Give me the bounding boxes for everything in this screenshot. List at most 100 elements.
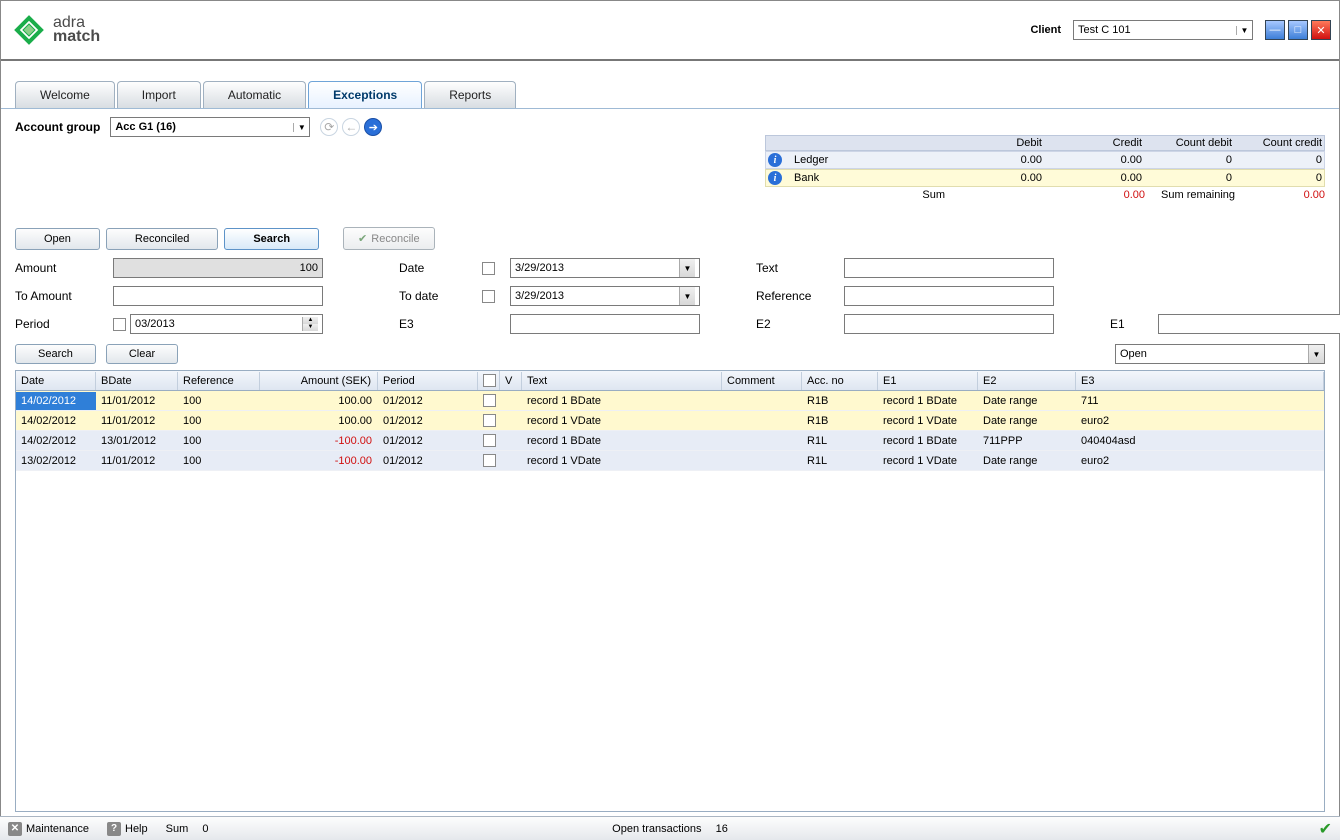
date-combo[interactable]: 3/29/2013 ▼ [510, 258, 700, 278]
table-row[interactable]: 13/02/201211/01/2012100-100.0001/2012rec… [16, 451, 1324, 471]
col-count-credit: Count credit [1232, 137, 1322, 149]
summary-bank-row: i Bank 0.00 0.00 0 0 [765, 169, 1325, 187]
reconcile-button[interactable]: ✔ Reconcile [343, 227, 435, 250]
col-period[interactable]: Period [378, 372, 478, 390]
summary-panel: Debit Credit Count debit Count credit i … [765, 135, 1325, 201]
wrench-icon: ✕ [8, 822, 22, 836]
col-comment[interactable]: Comment [722, 372, 802, 390]
filter-tab-open[interactable]: Open [15, 228, 100, 250]
to-amount-input[interactable] [113, 286, 323, 306]
minimize-button[interactable]: — [1265, 20, 1285, 40]
client-value: Test C 101 [1078, 24, 1131, 36]
col-text[interactable]: Text [522, 372, 722, 390]
row-checkbox[interactable] [483, 414, 496, 427]
col-amount[interactable]: Amount (SEK) [260, 372, 378, 390]
tab-welcome[interactable]: Welcome [15, 81, 115, 108]
row-checkbox[interactable] [483, 394, 496, 407]
info-icon[interactable]: i [768, 171, 782, 185]
date-value: 3/29/2013 [515, 262, 564, 274]
period-combo[interactable]: 03/2013 ▲▼ [130, 314, 323, 334]
ledger-cdebit: 0 [1142, 154, 1232, 166]
chevron-down-icon: ▼ [293, 123, 309, 132]
col-accno[interactable]: Acc. no [802, 372, 878, 390]
col-v[interactable]: V [500, 372, 522, 390]
open-trans-value: 16 [716, 823, 728, 835]
col-e3[interactable]: E3 [1076, 372, 1324, 390]
table-row[interactable]: 14/02/201211/01/2012100100.0001/2012reco… [16, 411, 1324, 431]
filter-tab-reconciled[interactable]: Reconciled [106, 228, 218, 250]
to-date-label: To date [399, 289, 474, 303]
ledger-name: Ledger [794, 154, 942, 166]
account-group-value: Acc G1 (16) [115, 121, 176, 133]
view-select[interactable]: Open ▼ [1115, 344, 1325, 364]
reconcile-label: Reconcile [371, 233, 419, 245]
summary-ledger-row: i Ledger 0.00 0.00 0 0 [765, 151, 1325, 169]
e2-input[interactable] [844, 314, 1054, 334]
view-value: Open [1120, 348, 1147, 360]
filter-tab-search[interactable]: Search [224, 228, 319, 250]
bank-ccredit: 0 [1232, 172, 1322, 184]
status-sum-value: 0 [202, 823, 208, 835]
account-group-select[interactable]: Acc G1 (16) ▼ [110, 117, 310, 137]
chevron-down-icon: ▼ [1308, 345, 1324, 363]
to-date-value: 3/29/2013 [515, 290, 564, 302]
table-row[interactable]: 14/02/201213/01/2012100-100.0001/2012rec… [16, 431, 1324, 451]
reference-input[interactable] [844, 286, 1054, 306]
status-sum-label: Sum [166, 823, 189, 835]
row-checkbox[interactable] [483, 434, 496, 447]
col-check[interactable] [478, 371, 500, 390]
info-icon[interactable]: i [768, 153, 782, 167]
e1-input[interactable] [1158, 314, 1340, 334]
sum-remaining-label: Sum remaining [1145, 189, 1235, 201]
period-checkbox[interactable] [113, 318, 126, 331]
text-input[interactable] [844, 258, 1054, 278]
refresh-icon[interactable]: ⟳ [320, 118, 338, 136]
close-button[interactable]: ✕ [1311, 20, 1331, 40]
spinner-icon[interactable]: ▲▼ [302, 317, 318, 331]
nav-back-icon[interactable]: ← [342, 118, 360, 136]
client-label: Client [1030, 24, 1061, 36]
tab-automatic[interactable]: Automatic [203, 81, 306, 108]
search-form: Amount Date 3/29/2013 ▼ Text To Amount T… [15, 258, 1325, 334]
account-group-label: Account group [15, 120, 100, 134]
help-link[interactable]: ? Help [107, 822, 148, 836]
clear-button[interactable]: Clear [106, 344, 178, 364]
col-bdate[interactable]: BDate [96, 372, 178, 390]
col-e2[interactable]: E2 [978, 372, 1076, 390]
nav-forward-icon[interactable] [364, 118, 382, 136]
col-debit: Debit [942, 137, 1042, 149]
period-value: 03/2013 [135, 318, 175, 330]
header-checkbox[interactable] [483, 374, 496, 387]
tab-reports[interactable]: Reports [424, 81, 516, 108]
logo-icon [9, 10, 49, 50]
table-row[interactable]: 14/02/201211/01/2012100100.0001/2012reco… [16, 391, 1324, 411]
filter-tabs: Open Reconciled Search ✔ Reconcile [15, 227, 1325, 250]
row-checkbox[interactable] [483, 454, 496, 467]
col-e1[interactable]: E1 [878, 372, 978, 390]
bank-cdebit: 0 [1142, 172, 1232, 184]
col-credit: Credit [1042, 137, 1142, 149]
tab-exceptions[interactable]: Exceptions [308, 81, 422, 108]
help-icon: ? [107, 822, 121, 836]
check-icon: ✔ [358, 232, 367, 245]
to-date-checkbox[interactable] [482, 290, 495, 303]
bank-debit: 0.00 [942, 172, 1042, 184]
amount-label: Amount [15, 261, 105, 275]
e3-input[interactable] [510, 314, 700, 334]
col-date[interactable]: Date [16, 372, 96, 390]
status-ok-icon: ✔ [1319, 819, 1332, 839]
tab-import[interactable]: Import [117, 81, 201, 108]
to-date-combo[interactable]: 3/29/2013 ▼ [510, 286, 700, 306]
amount-input[interactable] [113, 258, 323, 278]
chevron-down-icon: ▼ [679, 259, 695, 277]
search-button[interactable]: Search [15, 344, 96, 364]
period-label: Period [15, 317, 105, 331]
maximize-button[interactable]: □ [1288, 20, 1308, 40]
col-reference[interactable]: Reference [178, 372, 260, 390]
date-checkbox[interactable] [482, 262, 495, 275]
maintenance-label: Maintenance [26, 823, 89, 835]
app-logo: adra match [9, 10, 100, 50]
text-label: Text [756, 261, 836, 275]
client-select[interactable]: Test C 101 ▼ [1073, 20, 1253, 40]
maintenance-link[interactable]: ✕ Maintenance [8, 822, 89, 836]
